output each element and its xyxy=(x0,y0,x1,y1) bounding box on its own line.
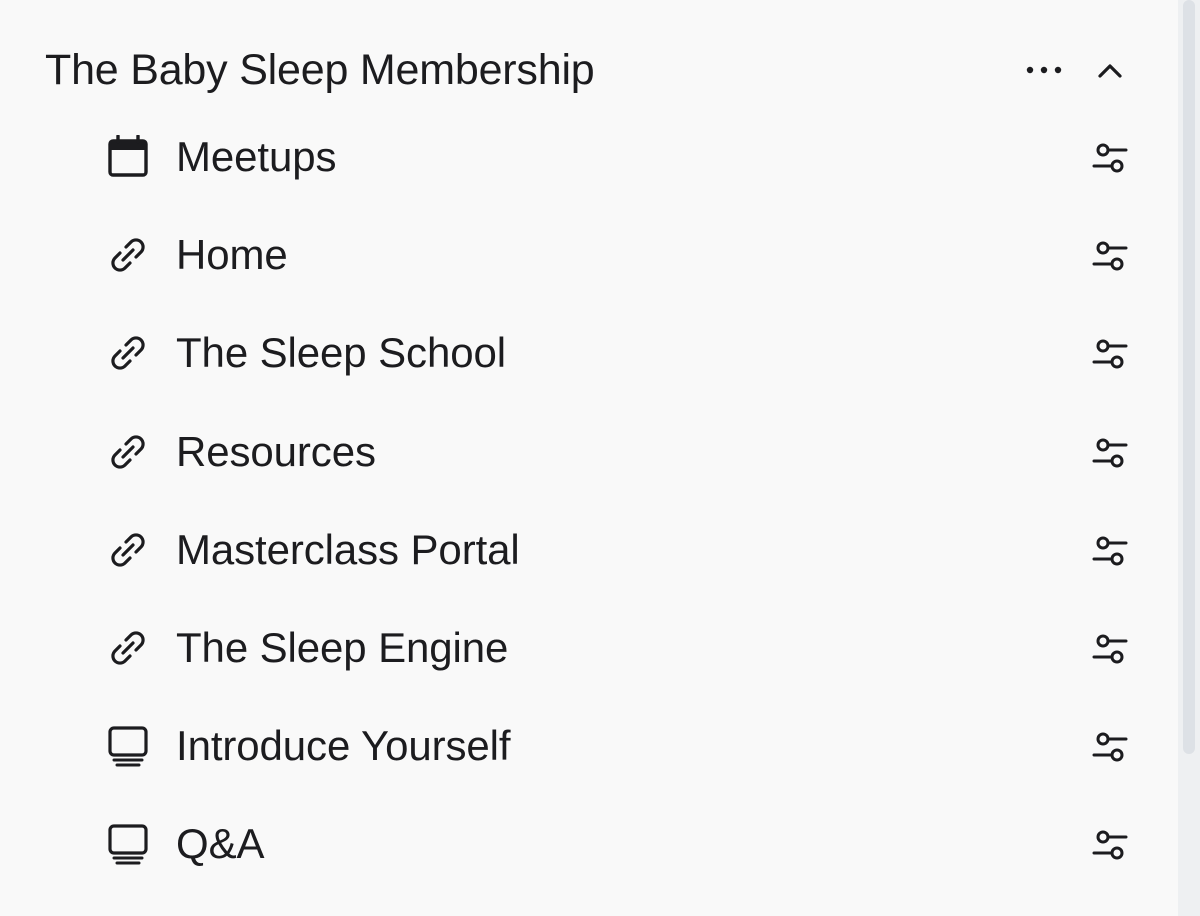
sliders-icon xyxy=(1092,634,1128,664)
sliders-icon xyxy=(1092,732,1128,762)
nav-item-home[interactable]: Home xyxy=(0,206,1178,304)
nav-item-label: Resources xyxy=(176,427,376,475)
space-header[interactable]: The Baby Sleep Membership xyxy=(0,36,1178,106)
nav-item-introduce-yourself[interactable]: Introduce Yourself xyxy=(0,697,1178,795)
link-icon xyxy=(111,434,145,469)
chevron-up-icon xyxy=(1098,64,1122,78)
space-title[interactable]: The Baby Sleep Membership xyxy=(45,44,595,96)
nav-item-label: Meetups xyxy=(176,133,337,180)
nav-item-label: The Sleep Engine xyxy=(176,623,509,671)
nav-item-settings-button[interactable] xyxy=(1088,529,1132,573)
collapse-button[interactable] xyxy=(1090,50,1130,90)
nav-item-masterclass-portal[interactable]: Masterclass Portal xyxy=(0,501,1178,599)
sidebar-panel: The Baby Sleep Membership Meetups Home T… xyxy=(0,0,1178,916)
sliders-icon xyxy=(1092,438,1128,468)
nav-item-the-sleep-school[interactable]: The Sleep School xyxy=(0,304,1178,402)
nav-item-label: Introduce Yourself xyxy=(176,722,511,770)
nav-item-settings-button[interactable] xyxy=(1088,725,1132,769)
sliders-icon xyxy=(1092,241,1128,271)
scrollbar-thumb[interactable] xyxy=(1183,0,1195,754)
link-icon xyxy=(111,631,145,665)
nav-item-settings-button[interactable] xyxy=(1088,234,1132,278)
nav-item-resources[interactable]: Resources xyxy=(0,403,1178,501)
nav-item-label: The Sleep School xyxy=(176,329,506,377)
nav-item-label: Q&A xyxy=(176,820,265,868)
calendar-icon xyxy=(108,135,148,177)
sliders-icon xyxy=(1092,830,1128,860)
sliders-icon xyxy=(1092,143,1128,173)
nav-item-settings-button[interactable] xyxy=(1088,823,1132,867)
link-icon xyxy=(111,238,145,272)
nav-item-q-and-a[interactable]: Q&A xyxy=(0,795,1178,893)
space-nav-list: Meetups Home The Sleep School Resources … xyxy=(0,108,1178,894)
nav-item-settings-button[interactable] xyxy=(1088,136,1132,180)
nav-item-the-sleep-engine[interactable]: The Sleep Engine xyxy=(0,599,1178,697)
nav-item-label: Home xyxy=(176,231,288,279)
sliders-icon xyxy=(1092,536,1128,566)
sliders-icon xyxy=(1092,339,1128,369)
nav-item-label: Masterclass Portal xyxy=(176,525,520,573)
link-icon xyxy=(111,336,145,371)
nav-item-settings-button[interactable] xyxy=(1088,332,1132,376)
monitor-icon xyxy=(108,726,148,767)
nav-item-settings-button[interactable] xyxy=(1088,431,1132,475)
nav-item-settings-button[interactable] xyxy=(1088,627,1132,671)
scrollbar-track[interactable] xyxy=(1178,0,1200,916)
more-horizontal-icon xyxy=(1026,66,1062,74)
monitor-icon xyxy=(108,824,148,865)
nav-item-meetups[interactable]: Meetups xyxy=(0,108,1178,206)
more-options-button[interactable] xyxy=(1022,50,1066,90)
link-icon xyxy=(111,533,145,567)
